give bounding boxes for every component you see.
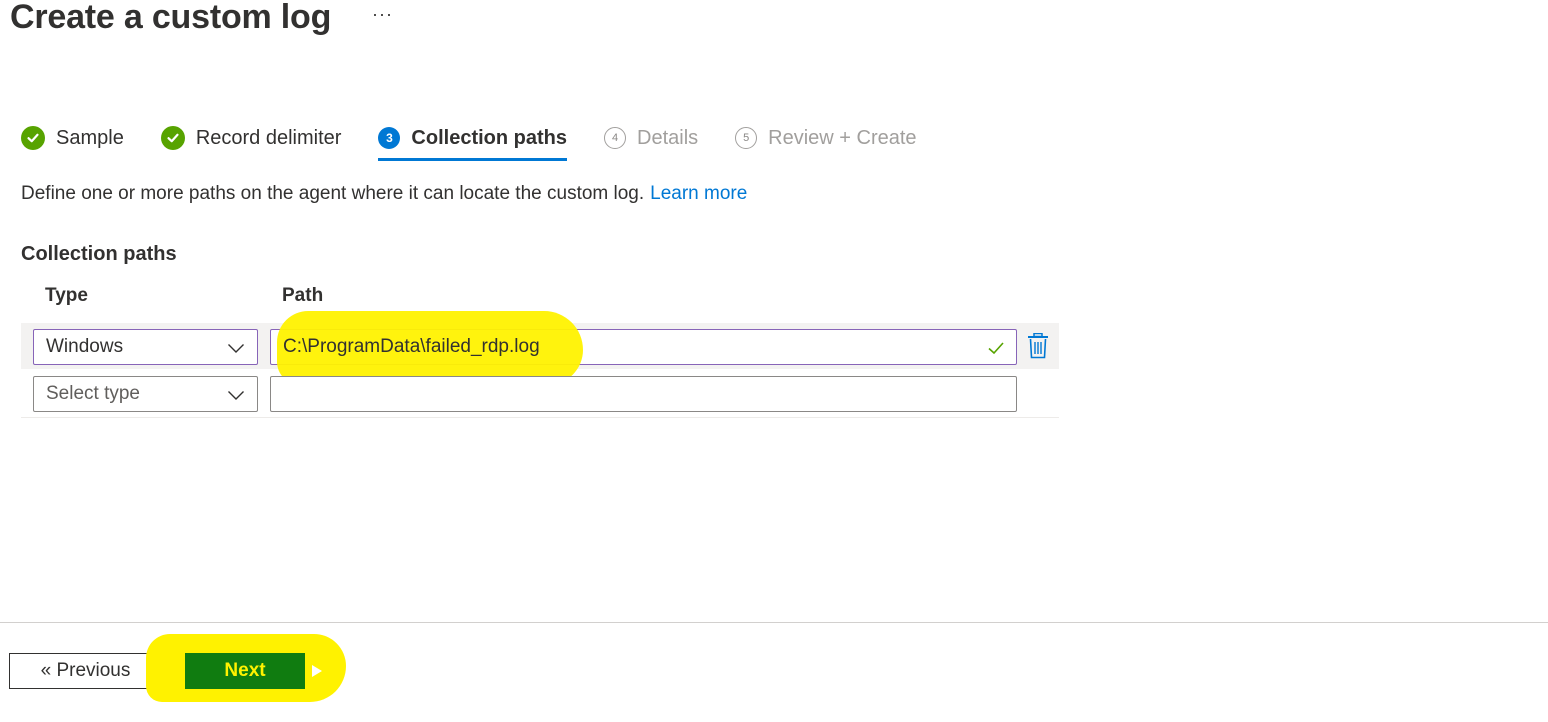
column-header-path: Path (282, 285, 324, 306)
checkmark-circle-icon (21, 126, 45, 150)
learn-more-link[interactable]: Learn more (650, 183, 747, 204)
step-label: Details (637, 126, 699, 149)
step-collection-paths[interactable]: 3 Collection paths (378, 122, 567, 161)
type-dropdown[interactable]: Select type (33, 376, 258, 412)
chevron-down-icon (228, 344, 244, 353)
delete-icon[interactable] (1027, 333, 1049, 359)
more-options-icon[interactable]: ··· (372, 4, 393, 25)
next-button[interactable]: Next (185, 653, 305, 689)
step-label: Sample (56, 126, 124, 149)
type-dropdown[interactable]: Windows (33, 329, 258, 365)
step-number-badge: 4 (604, 127, 626, 149)
type-dropdown-placeholder: Select type (46, 383, 140, 404)
page-title: Create a custom log (10, 0, 332, 36)
previous-button[interactable]: « Previous (9, 653, 162, 689)
checkmark-icon (988, 342, 1004, 355)
path-input[interactable]: C:\ProgramData\failed_rdp.log (270, 311, 1017, 385)
path-input[interactable] (270, 376, 1017, 412)
step-sample[interactable]: Sample (21, 122, 124, 154)
table-row: Windows C:\ProgramData\failed_rdp.log (21, 311, 1059, 385)
type-dropdown-value: Windows (46, 336, 124, 357)
column-header-type: Type (45, 285, 88, 306)
section-title: Collection paths (21, 243, 177, 265)
path-input-value: C:\ProgramData\failed_rdp.log (283, 336, 540, 357)
chevron-down-icon (228, 391, 244, 400)
step-details[interactable]: 4 Details (604, 122, 698, 154)
footer-divider (0, 622, 1548, 623)
step-number-badge: 5 (735, 127, 758, 149)
step-record-delimiter[interactable]: Record delimiter (160, 122, 342, 154)
step-label: Record delimiter (195, 126, 342, 149)
description-text: Define one or more paths on the agent wh… (21, 183, 645, 204)
step-number-badge: 3 (378, 127, 401, 149)
checkmark-circle-icon (160, 126, 185, 150)
wizard-steps: Sample Record delimiter 3 Collection pat… (21, 122, 954, 162)
step-review-create[interactable]: 5 Review + Create (735, 122, 917, 154)
description: Define one or more paths on the agent wh… (21, 183, 747, 205)
table-row: Select type (21, 370, 1059, 418)
step-label: Review + Create (768, 126, 917, 149)
step-label: Collection paths (411, 126, 567, 149)
mouse-cursor-icon (312, 665, 322, 677)
